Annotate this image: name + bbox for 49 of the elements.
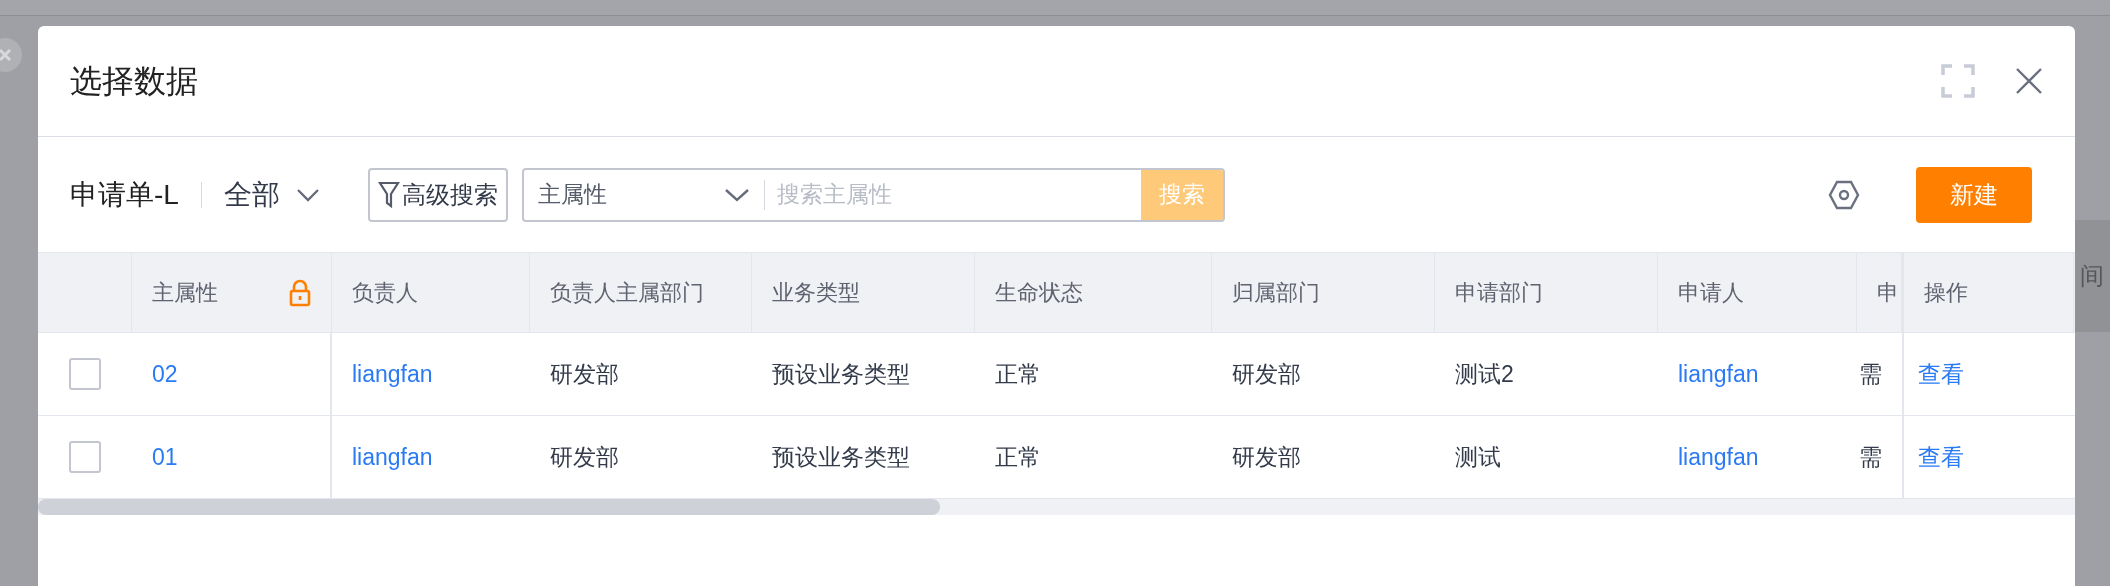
advanced-search-button[interactable]: 高级搜索 <box>367 167 508 222</box>
column-header: 间 <box>2080 261 2104 291</box>
column-header: 业务类型 <box>772 279 860 307</box>
link[interactable]: 02 <box>152 356 178 392</box>
search-scope-dropdown[interactable]: 主属性 <box>523 169 764 220</box>
link[interactable]: 查看 <box>1918 356 1964 392</box>
settings-icon[interactable] <box>1828 179 1860 210</box>
dialog-title: 选择数据 <box>70 62 198 101</box>
link[interactable]: liangfan <box>1678 439 1759 475</box>
table-cell-text: 测试 <box>1455 442 1501 472</box>
link[interactable]: liangfan <box>1678 356 1759 392</box>
filter-icon <box>377 180 400 209</box>
column-header: 负责人主属部门 <box>550 279 704 307</box>
table-cell-text: 预设业务类型 <box>772 442 910 472</box>
table-cell-text: 预设业务类型 <box>772 359 910 389</box>
table-cell-text: 研发部 <box>1232 442 1301 472</box>
table-cell-text: 需 <box>1859 359 1882 389</box>
chevron-down-icon <box>723 187 750 202</box>
table-cell-text: 正常 <box>995 359 1041 389</box>
search-bar[interactable]: 主属性 搜索主属性 搜索 <box>521 167 1225 222</box>
column-header: 负责人 <box>352 279 418 307</box>
column-header: 申请部门 <box>1455 279 1543 307</box>
object-name: 申请单-L <box>70 177 179 212</box>
table-cell-text: 研发部 <box>550 442 619 472</box>
fullscreen-icon[interactable] <box>1941 64 1975 98</box>
column-header: 操作 <box>1924 279 1968 307</box>
column-header: 主属性 <box>152 279 218 307</box>
column-header: 申请人 <box>1678 279 1744 307</box>
link[interactable]: 01 <box>152 439 178 475</box>
link[interactable]: 查看 <box>1918 439 1964 475</box>
column-header: 生命状态 <box>995 279 1083 307</box>
column-header: 申 <box>1877 279 1899 307</box>
chevron-down-icon <box>295 187 320 202</box>
column-header: 归属部门 <box>1232 279 1320 307</box>
link[interactable]: liangfan <box>352 356 433 392</box>
table-cell-text: 研发部 <box>550 359 619 389</box>
link[interactable]: liangfan <box>352 439 433 475</box>
table-cell-text: 研发部 <box>1232 359 1301 389</box>
new-button[interactable]: 新建 <box>1916 166 2032 223</box>
table-cell-text: 需 <box>1859 442 1882 472</box>
table-cell-text: 正常 <box>995 442 1041 472</box>
table-cell-text: 测试2 <box>1455 359 1514 389</box>
lock-icon <box>289 278 311 307</box>
row-checkbox[interactable] <box>69 358 101 390</box>
row-checkbox[interactable] <box>69 441 101 473</box>
horizontal-scrollbar[interactable] <box>38 499 940 515</box>
search-field[interactable]: 搜索主属性 <box>764 169 1141 220</box>
view-filter-dropdown[interactable]: 全部 <box>223 173 320 216</box>
close-icon[interactable] <box>2015 67 2043 95</box>
